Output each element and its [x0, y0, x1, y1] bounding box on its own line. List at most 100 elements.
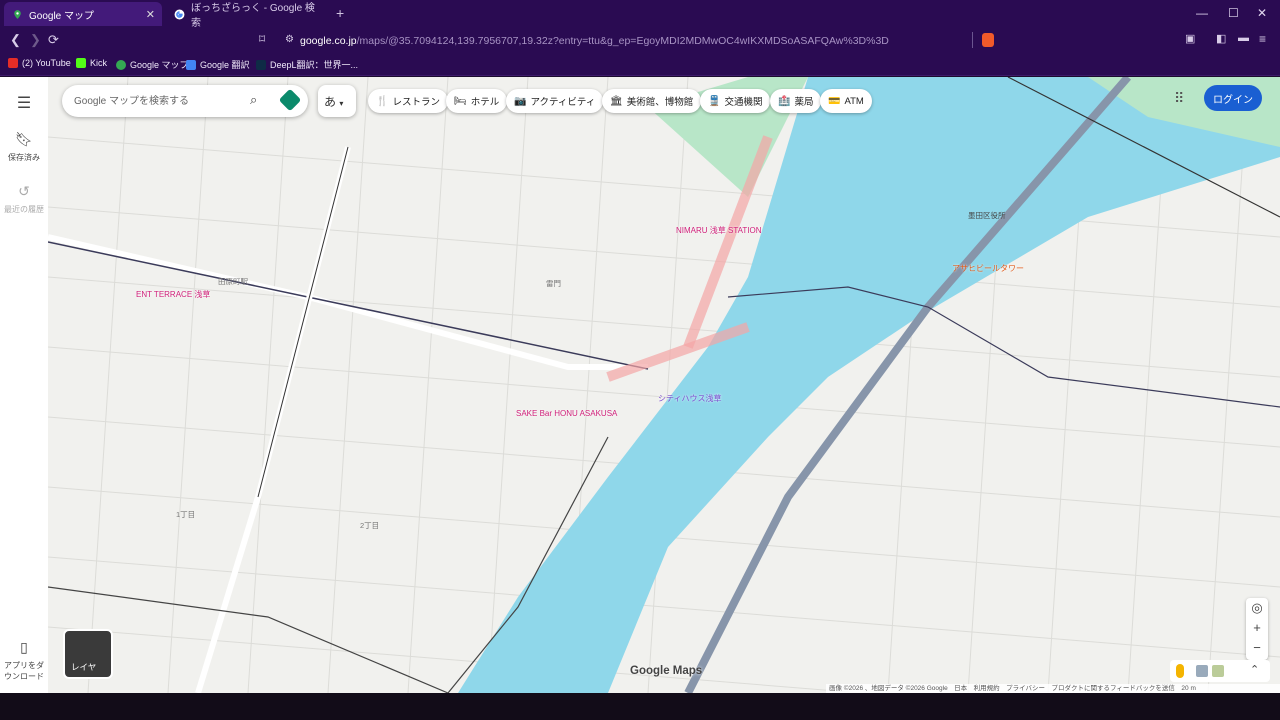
bookmark-label: Google マップ: [130, 60, 189, 70]
back-icon[interactable]: ❮: [10, 32, 21, 48]
bookmark-icon: 🔖︎: [15, 131, 33, 147]
video-footer-strip: [0, 693, 1280, 720]
poi-label[interactable]: アサヒビールタワー: [952, 263, 1024, 274]
app-download-button[interactable]: ▯ アプリをダウンロード: [0, 639, 48, 682]
bookmark-youtube[interactable]: (2) YouTube: [8, 58, 71, 68]
search-box: ⌕: [62, 85, 308, 117]
translate-icon: [186, 59, 196, 70]
restaurant-icon: 🍴: [376, 95, 389, 107]
chip-label: 交通機関: [724, 97, 763, 108]
menu-icon[interactable]: ≡: [1259, 32, 1266, 46]
area-label: 雷門: [546, 279, 561, 288]
expand-icon[interactable]: ⌃: [1250, 663, 1259, 676]
login-button[interactable]: ログイン: [1204, 85, 1262, 111]
tab-title: ぼっちざらっく - Google 検索: [191, 3, 315, 29]
hotel-icon: 🛏: [454, 95, 467, 107]
tab-google-search[interactable]: ぼっちざらっく - Google 検索: [166, 2, 328, 29]
saved-button[interactable]: 🔖︎ 保存済み: [0, 131, 48, 163]
brave-shield-icon[interactable]: [982, 33, 994, 47]
left-rail: ☰ 🔖︎ 保存済み ↺ 最近の履歴 ▯ アプリをダウンロード: [0, 77, 48, 693]
area-label: 2丁目: [360, 521, 380, 530]
chip-label: 薬局: [794, 97, 814, 108]
map-graphics: [48, 77, 1280, 693]
rail-line: [48, 241, 649, 370]
new-tab-button[interactable]: +: [336, 5, 344, 21]
toolbar-divider: [972, 32, 973, 48]
google-apps-icon[interactable]: ⠿: [1174, 90, 1184, 107]
layers-button[interactable]: レイヤ: [63, 629, 113, 679]
history-icon: ↺: [18, 183, 30, 199]
app-download-label: アプリをダウンロード: [4, 661, 44, 681]
pegman-icon[interactable]: [1176, 664, 1184, 678]
bookmark-google-translate[interactable]: Google 翻訳: [186, 58, 250, 71]
layers-label: レイヤ: [71, 662, 97, 672]
chip-museum[interactable]: 🏛 美術館、博物館: [602, 89, 702, 113]
zoom-out-button[interactable]: −: [1246, 638, 1268, 658]
google-g-icon: [174, 9, 185, 19]
chevron-down-icon: ▾: [339, 99, 344, 108]
map-attribution: 画像 ©2026 、地図データ ©2026 Google 日本 利用規約 プライ…: [826, 684, 1280, 693]
poi-label[interactable]: SAKE Bar HONU ASAKUSA: [516, 409, 617, 418]
browser-tab-bar: Google マップ ✕ ぼっちざらっく - Google 検索 + — ☐ ✕: [0, 0, 1280, 29]
sidebar-icon[interactable]: ▣: [1185, 32, 1195, 45]
close-tab-icon[interactable]: ✕: [146, 8, 155, 21]
poi-label[interactable]: シティハウス浅草: [658, 393, 722, 404]
bookmark-label: DeepL翻訳：世界一...: [270, 60, 359, 70]
chip-label: レストラン: [392, 97, 440, 108]
bookmark-label: Google 翻訳: [200, 60, 250, 70]
saved-label: 保存済み: [8, 153, 40, 162]
recent-label: 最近の履歴: [4, 205, 44, 214]
bookmark-icon[interactable]: ⌑: [259, 32, 265, 46]
wallet-icon[interactable]: ▬: [1238, 32, 1249, 44]
chip-label: アクティビティ: [530, 97, 596, 108]
chip-label: ATM: [844, 95, 864, 107]
split-view-icon[interactable]: ◧: [1216, 32, 1226, 45]
poi-label[interactable]: ENT TERRACE 浅草: [136, 289, 210, 300]
street-view-bar[interactable]: ⌃: [1170, 660, 1270, 682]
reload-icon[interactable]: ⟳: [48, 32, 59, 48]
bookmark-deepl[interactable]: DeepL翻訳：世界一...: [256, 58, 358, 71]
chip-label: 美術館、博物館: [626, 97, 694, 108]
map-canvas[interactable]: NIMARU 浅草 STATION ENT TERRACE 浅草 SAKE Ba…: [48, 77, 1280, 693]
search-input[interactable]: [74, 92, 244, 110]
my-location-icon[interactable]: ◎: [1246, 598, 1268, 618]
chip-pharmacy[interactable]: 🏥 薬局: [770, 89, 822, 113]
imagery-thumb-icon[interactable]: [1196, 665, 1208, 677]
lang-label: あ: [324, 95, 337, 109]
input-method-button[interactable]: あ ▾: [318, 85, 356, 117]
chip-transit[interactable]: 🚆 交通機関: [700, 89, 771, 113]
maps-pin-icon: [116, 59, 126, 70]
google-maps-logo: Google Maps: [630, 665, 703, 677]
address-bar[interactable]: google.co.jp/maps/@35.7094124,139.795670…: [300, 31, 889, 50]
bookmark-kick[interactable]: Kick: [76, 58, 107, 68]
zoom-in-button[interactable]: +: [1246, 618, 1268, 638]
recent-button[interactable]: ↺ 最近の履歴: [0, 183, 48, 215]
poi-label[interactable]: NIMARU 浅草 STATION: [676, 225, 761, 236]
bookmark-label: Kick: [90, 58, 108, 68]
zoom-controls: ◎ + −: [1246, 598, 1268, 660]
pharmacy-icon: 🏥: [778, 95, 791, 107]
camera-icon: 📷: [514, 95, 527, 107]
forward-icon[interactable]: ❯: [30, 32, 41, 48]
close-window-button[interactable]: ✕: [1257, 6, 1267, 20]
chip-atm[interactable]: 💳 ATM: [820, 89, 872, 113]
url-path: /maps/@35.7094124,139.7956707,19.32z?ent…: [356, 34, 889, 47]
google-maps-app: ☰ 🔖︎ 保存済み ↺ 最近の履歴 ▯ アプリをダウンロード NIMARU 浅草…: [0, 77, 1280, 693]
bookmark-google-maps[interactable]: Google マップ: [116, 58, 189, 71]
imagery-thumb-icon[interactable]: [1212, 665, 1224, 677]
phone-icon: ▯: [20, 639, 28, 655]
chip-restaurant[interactable]: 🍴 レストラン: [368, 89, 448, 113]
kick-icon: [76, 58, 86, 68]
directions-icon[interactable]: [278, 88, 302, 112]
minimize-button[interactable]: —: [1196, 6, 1208, 20]
menu-button[interactable]: ☰: [0, 93, 48, 113]
tab-google-maps[interactable]: Google マップ ✕: [4, 2, 162, 26]
chip-hotel[interactable]: 🛏 ホテル: [446, 89, 508, 113]
bookmarks-bar: (2) YouTube Kick Google マップ Google 翻訳 De…: [0, 53, 1280, 76]
maximize-button[interactable]: ☐: [1228, 6, 1239, 20]
site-info-icon[interactable]: ⚙: [285, 34, 294, 45]
search-icon[interactable]: ⌕: [250, 92, 257, 108]
atm-icon: 💳: [828, 95, 841, 107]
chip-activity[interactable]: 📷 アクティビティ: [506, 89, 604, 113]
area-label: 1丁目: [176, 510, 196, 519]
